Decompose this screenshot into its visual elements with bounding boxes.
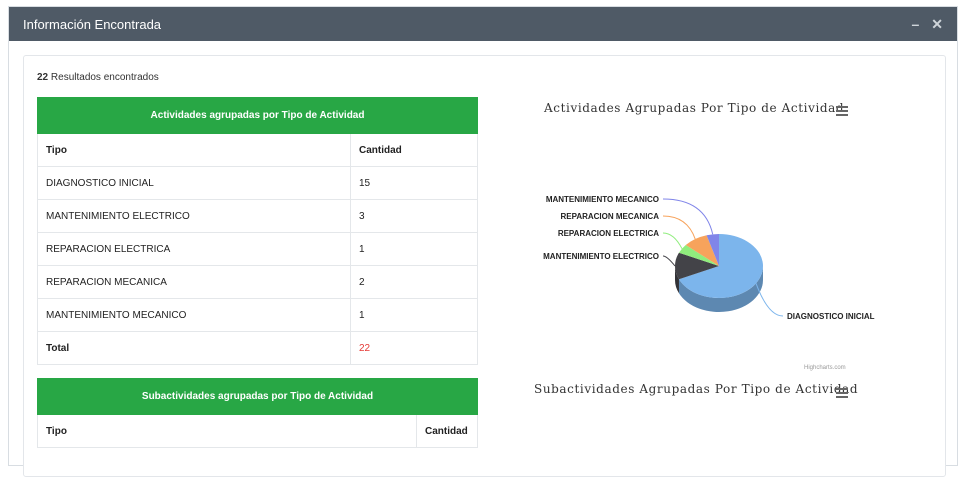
- column-header-cantidad: Cantidad: [416, 414, 478, 448]
- column-header-tipo: Tipo: [37, 133, 351, 167]
- chart2-menu-icon[interactable]: [836, 388, 848, 400]
- chart1-menu-icon[interactable]: [836, 106, 848, 118]
- minus-icon[interactable]: –: [911, 17, 919, 31]
- subactivities-table-title: Subactividades agrupadas por Tipo de Act…: [37, 378, 478, 415]
- pie-connector: [662, 215, 696, 240]
- activities-table-title: Actividades agrupadas por Tipo de Activi…: [37, 97, 478, 134]
- pie-chart: DIAGNOSTICO INICIAL MANTENIMIENTO ELECTRI…: [543, 195, 875, 321]
- results-count: 22 Resultados encontrados: [37, 72, 159, 83]
- results-label: Resultados encontrados: [50, 72, 159, 83]
- cell-cantidad: 15: [350, 166, 478, 200]
- modal-title: Información Encontrada: [23, 16, 162, 32]
- pie-label: REPARACION MECANICA: [560, 212, 659, 221]
- results-number: 22: [37, 72, 49, 83]
- results-modal: Información Encontrada – ✕ 22 Resultados…: [8, 6, 958, 477]
- pie-label: DIAGNOSTICO INICIAL: [787, 312, 875, 321]
- total-label: Total: [37, 331, 351, 365]
- cell-cantidad: 1: [350, 298, 478, 332]
- chart1-title: Actividades Agrupadas Por Tipo de Activi…: [544, 101, 845, 115]
- results-card: 22 Resultados encontrados Actividades ag…: [23, 55, 946, 477]
- cell-tipo: REPARACION ELECTRICA: [37, 232, 351, 266]
- table-row: MANTENIMIENTO MECANICO 1: [37, 298, 478, 332]
- pie-connector: [662, 255, 676, 267]
- modal-header: Información Encontrada – ✕: [9, 7, 957, 41]
- highcharts-credit[interactable]: Highcharts.com: [804, 365, 846, 371]
- chart2-title: Subactividades Agrupadas Por Tipo de Act…: [534, 382, 859, 396]
- cell-tipo: MANTENIMIENTO MECANICO: [37, 298, 351, 332]
- cell-tipo: MANTENIMIENTO ELECTRICO: [37, 199, 351, 233]
- table-row: DIAGNOSTICO INICIAL 15: [37, 166, 478, 200]
- cell-tipo: DIAGNOSTICO INICIAL: [37, 166, 351, 200]
- activities-table: Actividades agrupadas por Tipo de Activi…: [37, 97, 478, 365]
- pie-label: MANTENIMIENTO ELECTRICO: [543, 252, 659, 261]
- pie-label: REPARACION ELECTRICA: [558, 229, 659, 238]
- pie-connector: [662, 232, 683, 249]
- total-value: 22: [350, 331, 478, 365]
- cell-cantidad: 2: [350, 265, 478, 299]
- pie-label: MANTENIMIENTO MECANICO: [546, 195, 659, 204]
- close-icon[interactable]: ✕: [931, 17, 943, 31]
- column-header-cantidad: Cantidad: [350, 133, 478, 167]
- table-row: REPARACION MECANICA 2: [37, 265, 478, 299]
- table-row: REPARACION ELECTRICA 1: [37, 232, 478, 266]
- subactivities-table: Subactividades agrupadas por Tipo de Act…: [37, 378, 478, 448]
- total-row: Total 22: [37, 331, 478, 365]
- cell-cantidad: 3: [350, 199, 478, 233]
- cell-tipo: REPARACION MECANICA: [37, 265, 351, 299]
- column-header-tipo: Tipo: [37, 414, 417, 448]
- table-row: MANTENIMIENTO ELECTRICO 3: [37, 199, 478, 233]
- cell-cantidad: 1: [350, 232, 478, 266]
